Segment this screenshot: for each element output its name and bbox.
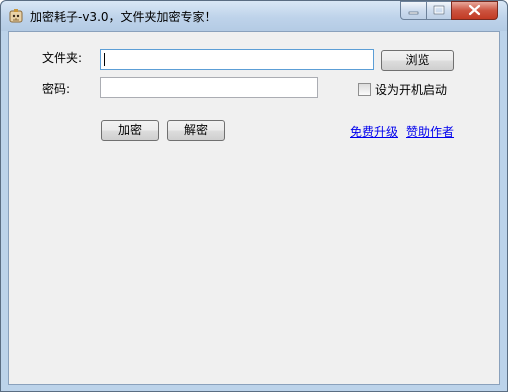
free-upgrade-link[interactable]: 免费升级 [350, 123, 398, 140]
window-title: 加密耗子-v3.0，文件夹加密专家！ [30, 10, 217, 24]
password-label: 密码: [42, 82, 71, 96]
autostart-checkbox[interactable] [358, 83, 371, 96]
browse-button[interactable]: 浏览 [381, 50, 454, 71]
app-icon [8, 8, 24, 24]
maximize-button[interactable] [426, 1, 452, 20]
encrypt-button[interactable]: 加密 [101, 120, 159, 141]
folder-label: 文件夹: [42, 51, 83, 65]
close-icon [468, 4, 481, 16]
main-panel: 文件夹: 浏览 密码: 设为开机启动 加密 解密 免费升级 赞助作者 [8, 31, 500, 385]
sponsor-author-link[interactable]: 赞助作者 [406, 123, 454, 140]
password-input[interactable] [100, 77, 318, 98]
minimize-button[interactable] [400, 1, 427, 20]
autostart-label[interactable]: 设为开机启动 [375, 81, 447, 98]
minimize-icon [408, 11, 419, 15]
close-button[interactable] [451, 1, 498, 20]
folder-path-input[interactable] [100, 49, 374, 70]
app-window: 加密耗子-v3.0，文件夹加密专家！ 文件夹: 浏览 密码: 设为开机启动 加密… [0, 0, 508, 392]
title-bar[interactable]: 加密耗子-v3.0，文件夹加密专家！ [1, 1, 507, 31]
decrypt-button[interactable]: 解密 [167, 120, 225, 141]
text-caret [104, 53, 105, 66]
maximize-icon [433, 5, 445, 15]
